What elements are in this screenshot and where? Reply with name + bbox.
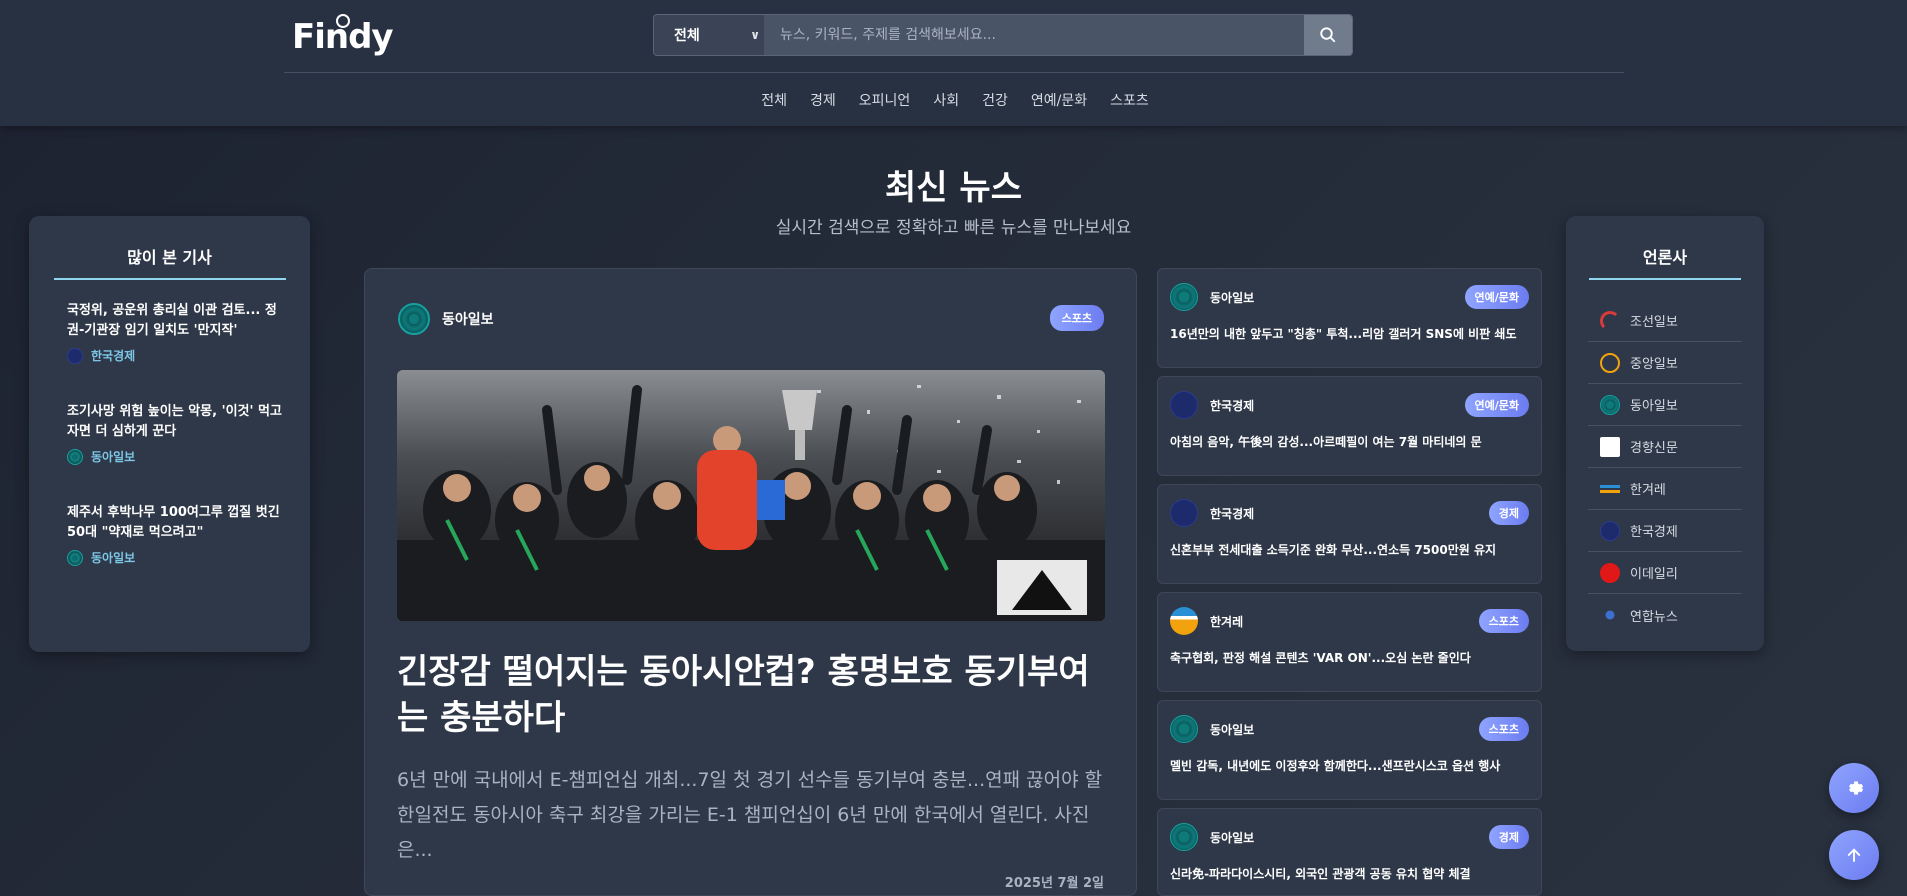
news-title: 축구협회, 판정 해설 콘텐츠 'VAR ON'...오심 논란 줄인다 bbox=[1170, 651, 1471, 665]
press-item-chosun[interactable]: 조선일보 bbox=[1588, 300, 1742, 342]
hankyung-icon bbox=[1170, 499, 1198, 527]
news-title: 아침의 음악, 午後의 감성...아르떼필이 여는 7월 마티네의 문 bbox=[1170, 435, 1482, 449]
news-title: 신라免-파라다이스시티, 외국인 관광객 공동 유치 협약 체결 bbox=[1170, 867, 1471, 881]
page-title: 최신 뉴스 bbox=[885, 168, 1022, 208]
news-source: 한국경제 bbox=[1210, 506, 1255, 521]
nav-economy[interactable]: 경제 bbox=[800, 90, 846, 110]
popular-articles-panel: 많이 본 기사 국정위, 공운위 총리실 이관 검토... 정권-기관장 임기 … bbox=[29, 216, 310, 652]
donga-icon bbox=[1170, 283, 1198, 311]
press-item-edaily[interactable]: 이데일리 bbox=[1588, 552, 1742, 594]
search-icon bbox=[1320, 27, 1336, 43]
news-title: 멜빈 감독, 내년에도 이정후와 함께한다...샌프란시스코 옵션 행사 bbox=[1170, 759, 1501, 773]
news-card[interactable]: 동아일보 경제 신라免-파라다이스시티, 외국인 관광객 공동 유치 협약 체결 bbox=[1157, 808, 1542, 896]
press-item-hankyung[interactable]: 한국경제 bbox=[1588, 510, 1742, 552]
nav-health[interactable]: 건강 bbox=[972, 90, 1018, 110]
category-nav: 전체 경제 오피니언 사회 건강 연예/문화 스포츠 bbox=[0, 90, 1907, 110]
press-list: 조선일보 중앙일보 동아일보 경향신문 한겨레 한국경제 이데일리 연합뉴스 bbox=[1588, 300, 1742, 636]
hankyung-icon bbox=[1600, 520, 1620, 541]
hankyung-icon bbox=[67, 347, 83, 364]
featured-title[interactable]: 긴장감 떨어지는 동아시안컵? 홍명보호 동기부여는 충분하다 bbox=[397, 649, 1097, 741]
news-source: 한겨레 bbox=[1210, 614, 1244, 629]
press-title: 언론사 bbox=[1642, 248, 1688, 267]
category-tag[interactable]: 연예/문화 bbox=[1464, 285, 1529, 309]
arrow-up-icon bbox=[1847, 848, 1861, 862]
news-source: 한국경제 bbox=[1210, 398, 1255, 413]
popular-item-title: 제주서 후박나무 100여그루 껍질 벗긴 50대 "약재로 먹으려고" bbox=[67, 505, 280, 540]
nav-opinion[interactable]: 오피니언 bbox=[849, 90, 921, 110]
hani-icon bbox=[1600, 478, 1620, 499]
nav-all[interactable]: 전체 bbox=[751, 90, 797, 110]
chevron-down-icon: ∨ bbox=[750, 28, 760, 42]
news-source: 동아일보 bbox=[1210, 290, 1255, 305]
category-tag[interactable]: 스포츠 bbox=[1478, 609, 1529, 633]
nav-sports[interactable]: 스포츠 bbox=[1100, 90, 1159, 110]
news-source: 동아일보 bbox=[1210, 722, 1255, 737]
donga-icon bbox=[67, 549, 83, 566]
popular-item[interactable]: 제주서 후박나무 100여그루 껍질 벗긴 50대 "약재로 먹으려고" 동아일… bbox=[67, 503, 287, 566]
popular-item[interactable]: 조기사망 위험 높이는 악몽, '이것' 먹고자면 더 심하게 꾼다 동아일보 bbox=[67, 402, 287, 465]
yonhap-icon bbox=[1600, 605, 1620, 625]
kyunghyang-icon bbox=[1600, 436, 1620, 457]
search-input[interactable] bbox=[764, 15, 1304, 55]
nav-society[interactable]: 사회 bbox=[923, 90, 969, 110]
news-source: 동아일보 bbox=[1210, 830, 1255, 845]
settings-button[interactable] bbox=[1829, 763, 1879, 813]
popular-item-source: 동아일보 bbox=[67, 549, 287, 566]
findy-logo[interactable]: Findy bbox=[292, 12, 394, 62]
press-title-underline bbox=[1589, 278, 1741, 280]
hankyung-icon bbox=[1170, 391, 1198, 419]
logo-ring-icon bbox=[336, 14, 350, 28]
donga-icon bbox=[1600, 394, 1620, 415]
news-card[interactable]: 한국경제 경제 신혼부부 전세대출 소득기준 완화 무산...연소득 7500만… bbox=[1157, 484, 1542, 584]
joongang-icon bbox=[1600, 352, 1620, 373]
edaily-icon bbox=[1600, 562, 1620, 583]
header-divider bbox=[284, 72, 1624, 73]
hani-icon bbox=[1170, 607, 1198, 635]
popular-item-title: 조기사망 위험 높이는 악몽, '이것' 먹고자면 더 심하게 꾼다 bbox=[67, 404, 282, 439]
press-item-hani[interactable]: 한겨레 bbox=[1588, 468, 1742, 510]
donga-icon bbox=[1170, 823, 1198, 851]
press-item-joongang[interactable]: 중앙일보 bbox=[1588, 342, 1742, 384]
search-bar: 전체 ∨ bbox=[653, 14, 1353, 56]
chosun-icon bbox=[1600, 310, 1620, 331]
press-panel: 언론사 조선일보 중앙일보 동아일보 경향신문 한겨레 한국경제 이데일리 연합… bbox=[1566, 216, 1764, 651]
press-item-kyunghyang[interactable]: 경향신문 bbox=[1588, 426, 1742, 468]
news-card[interactable]: 동아일보 연예/문화 16년만의 내한 앞두고 "칭총" 투척...리암 갤러거… bbox=[1157, 268, 1542, 368]
press-item-donga[interactable]: 동아일보 bbox=[1588, 384, 1742, 426]
featured-source: 동아일보 bbox=[398, 303, 494, 335]
popular-item[interactable]: 국정위, 공운위 총리실 이관 검토... 정권-기관장 임기 일치도 '만지작… bbox=[67, 301, 287, 364]
popular-title: 많이 본 기사 bbox=[127, 248, 212, 267]
popular-item-title: 국정위, 공운위 총리실 이관 검토... 정권-기관장 임기 일치도 '만지작… bbox=[67, 303, 277, 338]
category-tag[interactable]: 연예/문화 bbox=[1464, 393, 1529, 417]
category-tag[interactable]: 경제 bbox=[1488, 501, 1529, 525]
donga-icon bbox=[1170, 715, 1198, 743]
news-title: 신혼부부 전세대출 소득기준 완화 무산...연소득 7500만원 유지 bbox=[1170, 543, 1497, 557]
nav-entertainment[interactable]: 연예/문화 bbox=[1021, 90, 1097, 110]
press-item-yonhap[interactable]: 연합뉴스 bbox=[1588, 594, 1742, 636]
site-header: Findy 전체 ∨ 전체 경제 오피니언 사회 건강 연예/문화 스포츠 bbox=[0, 0, 1907, 126]
scroll-top-button[interactable] bbox=[1829, 830, 1879, 880]
donga-icon bbox=[67, 448, 83, 465]
category-tag[interactable]: 스포츠 bbox=[1049, 305, 1104, 331]
category-tag[interactable]: 스포츠 bbox=[1478, 717, 1529, 741]
donga-icon bbox=[398, 303, 430, 335]
search-button[interactable] bbox=[1304, 15, 1352, 55]
settings-icon bbox=[1849, 781, 1864, 795]
news-card[interactable]: 동아일보 스포츠 멜빈 감독, 내년에도 이정후와 함께한다...샌프란시스코 … bbox=[1157, 700, 1542, 800]
popular-item-source: 한국경제 bbox=[67, 347, 287, 364]
popular-title-underline bbox=[53, 278, 286, 280]
news-card[interactable]: 한겨레 스포츠 축구협회, 판정 해설 콘텐츠 'VAR ON'...오심 논란… bbox=[1157, 592, 1542, 692]
featured-article-card[interactable]: 동아일보 스포츠 긴장감 떨어지는 동아시안컵? 홍명보호 동기부여는 충분하다… bbox=[364, 268, 1137, 896]
news-title: 16년만의 내한 앞두고 "칭총" 투척...리암 갤러거 SNS에 비판 쇄도 bbox=[1170, 327, 1517, 341]
news-card[interactable]: 한국경제 연예/문화 아침의 음악, 午後의 감성...아르떼필이 여는 7월 … bbox=[1157, 376, 1542, 476]
featured-photo bbox=[397, 370, 1105, 621]
category-tag[interactable]: 경제 bbox=[1488, 825, 1529, 849]
featured-summary: 6년 만에 국내에서 E-챔피언십 개최...7일 첫 경기 선수들 동기부여 … bbox=[397, 769, 1103, 861]
featured-date: 2025년 7월 2일 bbox=[1004, 876, 1104, 891]
popular-item-source: 동아일보 bbox=[67, 448, 287, 465]
search-category-select[interactable]: 전체 ∨ bbox=[654, 15, 764, 55]
